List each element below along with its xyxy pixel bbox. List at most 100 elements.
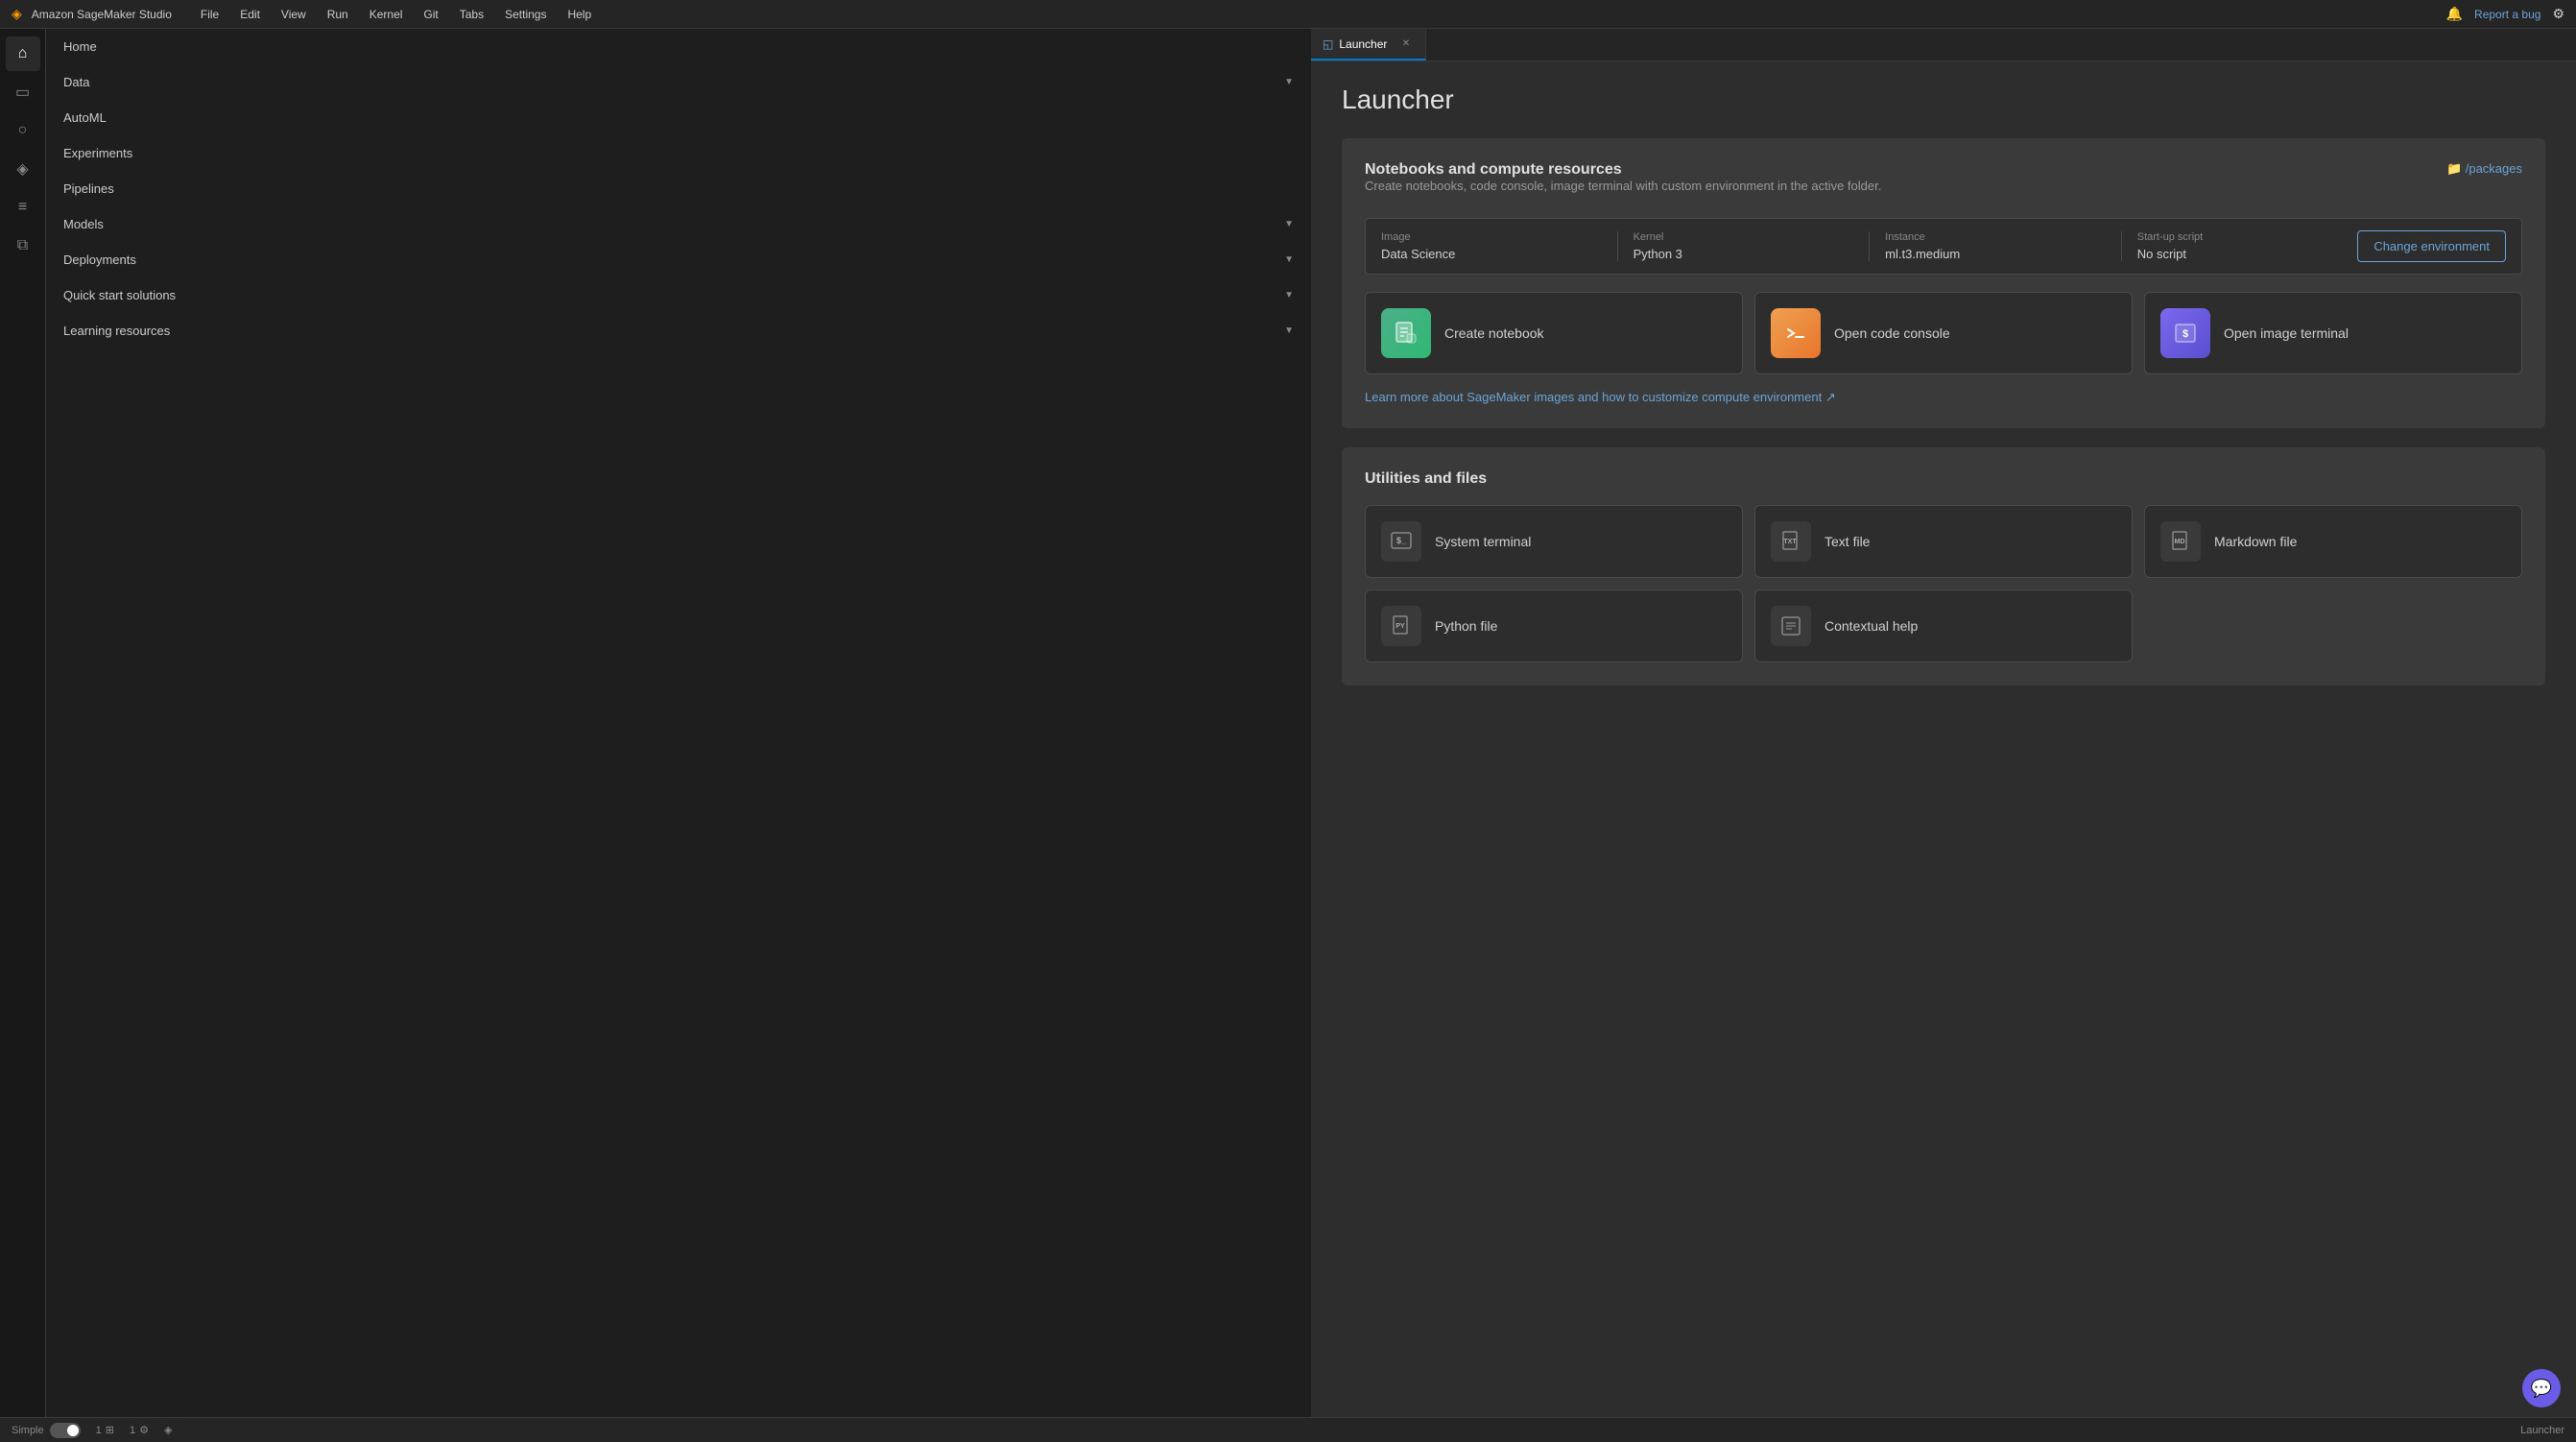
sidebar-item-quick-start[interactable]: Quick start solutions ▼ (50, 278, 1307, 312)
sidebar-item-experiments[interactable]: Experiments (50, 136, 1307, 170)
contextual-help-card[interactable]: Contextual help (1754, 589, 2133, 662)
tab-launcher-label: Launcher (1339, 37, 1387, 51)
sidebar-item-automl-label: AutoML (63, 110, 107, 125)
sidebar-item-learning[interactable]: Learning resources ▼ (50, 314, 1307, 348)
create-notebook-card[interactable]: Create notebook (1365, 292, 1743, 374)
notebooks-card: Notebooks and compute resources Create n… (1342, 138, 2545, 428)
text-file-label: Text file (1825, 534, 1870, 549)
svg-text:MD: MD (2175, 539, 2185, 545)
text-file-icon: TXT (1771, 521, 1811, 562)
chat-bubble-button[interactable]: 💬 (2522, 1369, 2561, 1407)
open-code-console-icon (1771, 308, 1821, 358)
sidebar-icon-circle[interactable]: ○ (6, 113, 40, 148)
env-startup: Start-up script No script (2137, 231, 2358, 261)
svg-text:PY: PY (1395, 623, 1405, 630)
sidebar-item-data[interactable]: Data ▼ (50, 65, 1307, 99)
markdown-file-icon: MD (2160, 521, 2201, 562)
menu-git[interactable]: Git (414, 4, 447, 25)
sidebar-item-quick-start-label: Quick start solutions (63, 288, 176, 302)
svg-text:$_: $_ (1396, 536, 1407, 545)
sidebar-item-learning-label: Learning resources (63, 324, 170, 338)
app-logo: ◈ (12, 6, 22, 22)
sidebar-item-automl[interactable]: AutoML (50, 101, 1307, 134)
menu-tabs[interactable]: Tabs (450, 4, 493, 25)
env-kernel-label: Kernel (1634, 231, 1854, 243)
markdown-file-card[interactable]: MD Markdown file (2144, 505, 2522, 578)
env-image: Image Data Science (1381, 231, 1618, 261)
menu-settings[interactable]: Settings (495, 4, 556, 25)
launcher-content: Launcher Notebooks and compute resources… (1311, 61, 2576, 1417)
settings-gear-icon[interactable]: ⚙ (2552, 6, 2564, 22)
sidebar-item-models-label: Models (63, 217, 104, 231)
env-image-value: Data Science (1381, 247, 1602, 261)
sidebar-item-home-label: Home (63, 39, 97, 54)
folder-link[interactable]: 📁 /packages (2446, 161, 2522, 177)
sidebar-item-models[interactable]: Models ▼ (50, 207, 1307, 241)
menu-file[interactable]: File (191, 4, 228, 25)
menu-items: File Edit View Run Kernel Git Tabs Setti… (191, 4, 2446, 25)
mode-toggle-switch[interactable] (50, 1423, 81, 1438)
kernel-count-icon: ⊞ (106, 1424, 114, 1436)
sidebar-item-data-label: Data (63, 75, 89, 89)
text-file-card[interactable]: TXT Text file (1754, 505, 2133, 578)
learn-more-link[interactable]: Learn more about SageMaker images and ho… (1365, 390, 2522, 405)
change-environment-button[interactable]: Change environment (2357, 230, 2506, 262)
open-code-console-card[interactable]: Open code console (1754, 292, 2133, 374)
notification-bell-icon[interactable]: 🔔 (2446, 6, 2463, 22)
open-image-terminal-card[interactable]: $ Open image terminal (2144, 292, 2522, 374)
sidebar-icon-git[interactable]: ◈ (6, 152, 40, 186)
main-layout: ⌂ ▭ ○ ◈ ≡ ⧉ Home Data ▼ AutoML Experimen… (0, 29, 2576, 1417)
env-kernel: Kernel Python 3 (1634, 231, 1871, 261)
terminal-count-icon: ⚙ (139, 1424, 149, 1436)
svg-text:$: $ (2182, 328, 2188, 340)
open-code-console-label: Open code console (1834, 325, 1950, 341)
sidebar-item-deployments-label: Deployments (63, 252, 136, 267)
python-file-icon: PY (1381, 606, 1421, 646)
open-image-terminal-label: Open image terminal (2224, 325, 2349, 341)
sidebar-item-experiments-label: Experiments (63, 146, 132, 160)
content-area: ◱ Launcher ✕ Launcher Notebooks and comp… (1311, 29, 2576, 1417)
menu-edit[interactable]: Edit (230, 4, 270, 25)
menu-run[interactable]: Run (318, 4, 358, 25)
page-title: Launcher (1342, 84, 2545, 115)
status-bar-right-label: Launcher (2520, 1425, 2564, 1436)
python-file-card[interactable]: PY Python file (1365, 589, 1743, 662)
env-instance: Instance ml.t3.medium (1885, 231, 2122, 261)
app-title: Amazon SageMaker Studio (32, 8, 172, 21)
sidebar-icon-home[interactable]: ⌂ (6, 36, 40, 71)
simple-mode-toggle[interactable]: Simple (12, 1423, 81, 1438)
notebooks-card-header-left: Notebooks and compute resources Create n… (1365, 161, 1881, 210)
env-instance-label: Instance (1885, 231, 2106, 243)
status-kernel-count: 1 ⊞ (96, 1424, 114, 1436)
notebooks-card-header: Notebooks and compute resources Create n… (1365, 161, 2522, 210)
tab-bar: ◱ Launcher ✕ (1311, 29, 2576, 61)
report-bug-link[interactable]: Report a bug (2474, 8, 2540, 21)
env-startup-value: No script (2137, 247, 2358, 261)
notebooks-card-title: Notebooks and compute resources (1365, 161, 1881, 179)
tab-launcher-icon: ◱ (1323, 37, 1333, 51)
sidebar-item-deployments[interactable]: Deployments ▼ (50, 243, 1307, 276)
contextual-help-icon (1771, 606, 1811, 646)
sidebar-item-home[interactable]: Home (50, 30, 1307, 63)
system-terminal-card[interactable]: $_ System terminal (1365, 505, 1743, 578)
sidebar-item-learning-chevron: ▼ (1284, 325, 1294, 336)
menu-bar: ◈ Amazon SageMaker Studio File Edit View… (0, 0, 2576, 29)
sidebar-icon-extensions[interactable]: ⧉ (6, 228, 40, 263)
environment-row: Image Data Science Kernel Python 3 Insta… (1365, 218, 2522, 275)
status-git[interactable]: ◈ (164, 1424, 172, 1436)
sidebar-icon-list[interactable]: ≡ (6, 190, 40, 225)
sidebar-item-pipelines[interactable]: Pipelines (50, 172, 1307, 205)
header-right-actions: 🔔 Report a bug ⚙ (2446, 6, 2564, 22)
sidebar-icon-files[interactable]: ▭ (6, 75, 40, 109)
python-file-label: Python file (1435, 618, 1497, 634)
tab-launcher[interactable]: ◱ Launcher ✕ (1311, 29, 1426, 60)
menu-view[interactable]: View (272, 4, 316, 25)
env-startup-label: Start-up script (2137, 231, 2358, 243)
menu-kernel[interactable]: Kernel (360, 4, 413, 25)
sidebar-item-pipelines-label: Pipelines (63, 181, 114, 196)
menu-help[interactable]: Help (558, 4, 601, 25)
git-status-icon: ◈ (164, 1424, 172, 1436)
sidebar-icons: ⌂ ▭ ○ ◈ ≡ ⧉ (0, 29, 46, 1417)
tab-launcher-close[interactable]: ✕ (1398, 36, 1414, 52)
terminal-count-label: 1 (130, 1425, 135, 1436)
